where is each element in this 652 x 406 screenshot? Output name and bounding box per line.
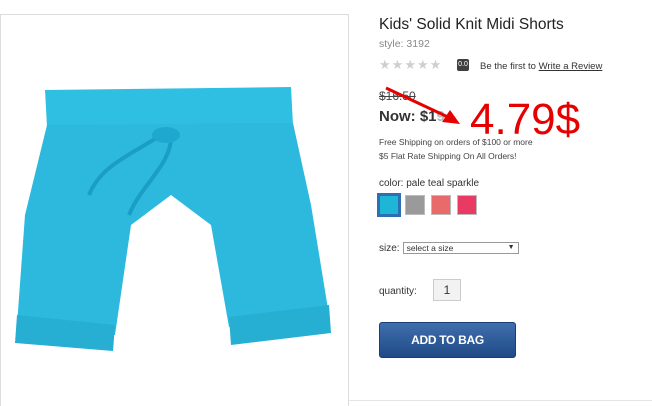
rating-stars: ★ ★ ★ ★ ★ bbox=[379, 58, 441, 72]
annotation-arrow-icon bbox=[385, 86, 460, 124]
swatch-pink[interactable] bbox=[457, 195, 477, 215]
quantity-input[interactable]: 1 bbox=[433, 279, 461, 301]
size-label: size: bbox=[379, 242, 400, 254]
star-icon: ★ bbox=[404, 57, 416, 72]
swatch-coral[interactable] bbox=[431, 195, 451, 215]
rating-value-badge: 0.0 bbox=[457, 59, 469, 71]
size-row: size: select a size ▼ bbox=[379, 242, 519, 254]
product-detail-panel: Kids' Solid Knit Midi Shorts style: 3192… bbox=[377, 0, 652, 406]
product-image bbox=[15, 87, 331, 351]
swatch-heather-gray[interactable] bbox=[405, 195, 425, 215]
star-icon: ★ bbox=[416, 57, 429, 72]
write-review-link[interactable]: Write a Review bbox=[539, 61, 603, 72]
size-select-value: select a size bbox=[406, 243, 454, 253]
annotation-price: 4.79$ bbox=[470, 95, 581, 144]
product-image-frame bbox=[0, 14, 349, 406]
star-icon: ★ bbox=[429, 57, 442, 72]
chevron-down-icon: ▼ bbox=[507, 244, 515, 251]
quantity-label: quantity: bbox=[379, 286, 417, 297]
swatch-pale-teal-sparkle[interactable] bbox=[377, 193, 401, 217]
review-prompt-text: Be the first to bbox=[480, 61, 536, 72]
product-style-number: style: 3192 bbox=[379, 38, 430, 50]
review-prompt: Be the first to Write a Review bbox=[480, 61, 602, 72]
divider bbox=[349, 400, 652, 401]
color-swatches bbox=[377, 193, 477, 217]
add-to-bag-button[interactable]: ADD TO BAG bbox=[379, 322, 516, 358]
star-icon: ★ bbox=[379, 57, 391, 72]
star-icon: ★ bbox=[391, 57, 404, 72]
product-title: Kids' Solid Knit Midi Shorts bbox=[379, 16, 564, 33]
size-select[interactable]: select a size ▼ bbox=[402, 242, 519, 254]
shipping-flat-rate-info: $5 Flat Rate Shipping On All Orders! bbox=[379, 151, 517, 161]
color-label: color: pale teal sparkle bbox=[379, 178, 480, 189]
